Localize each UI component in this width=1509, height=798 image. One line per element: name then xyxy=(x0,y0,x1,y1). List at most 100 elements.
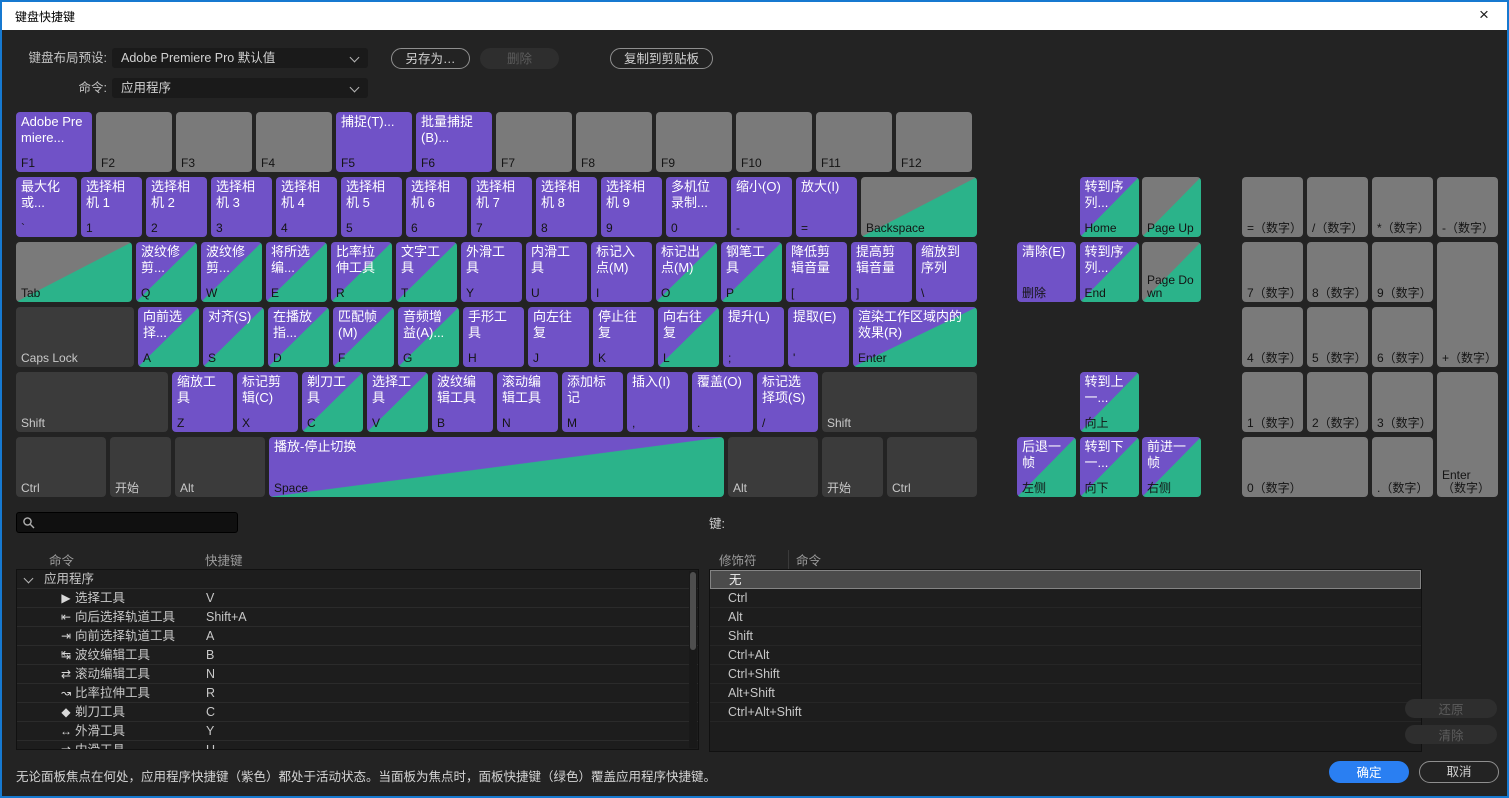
close-icon[interactable]: × xyxy=(1469,2,1499,29)
key-][interactable]: 提高剪辑音量] xyxy=(851,242,912,302)
command-row[interactable]: ↹波纹编辑工具B xyxy=(17,646,698,665)
key-Page Down[interactable]: Page Down xyxy=(1142,242,1201,302)
key-F9[interactable]: F9 xyxy=(656,112,732,172)
key-6[interactable]: 选择相机 66 xyxy=(406,177,467,237)
key-9（数字）[interactable]: 9（数字） xyxy=(1372,242,1433,302)
key-=[interactable]: 放大(I)= xyxy=(796,177,857,237)
modifier-row[interactable]: Shift xyxy=(710,627,1421,646)
ok-button[interactable]: 确定 xyxy=(1329,761,1409,783)
key-E[interactable]: 将所选编...E xyxy=(266,242,327,302)
key-End[interactable]: 转到序列...End xyxy=(1080,242,1139,302)
key-Alt[interactable]: Alt xyxy=(728,437,818,497)
key-D[interactable]: 在播放指...D xyxy=(268,307,329,367)
modifier-row[interactable]: Ctrl+Alt+Shift xyxy=(710,703,1421,722)
key-H[interactable]: 手形工具H xyxy=(463,307,524,367)
key-Enter（数字）[interactable]: Enter（数字） xyxy=(1437,372,1498,497)
key-V[interactable]: 选择工具V xyxy=(367,372,428,432)
key-L[interactable]: 向右往复L xyxy=(658,307,719,367)
key-'[interactable]: 提取(E)' xyxy=(788,307,849,367)
key-S[interactable]: 对齐(S)S xyxy=(203,307,264,367)
key-F6[interactable]: 批量捕捉(B)...F6 xyxy=(416,112,492,172)
modifier-row[interactable]: Ctrl xyxy=(710,589,1421,608)
key-Shift[interactable]: Shift xyxy=(822,372,977,432)
key-B[interactable]: 波纹编辑工具B xyxy=(432,372,493,432)
command-row[interactable]: ▶选择工具V xyxy=(17,589,698,608)
key-6（数字）[interactable]: 6（数字） xyxy=(1372,307,1433,367)
key-/（数字）[interactable]: /（数字） xyxy=(1307,177,1368,237)
key-,[interactable]: 插入(I), xyxy=(627,372,688,432)
key-R[interactable]: 比率拉伸工具R xyxy=(331,242,392,302)
key-5（数字）[interactable]: 5（数字） xyxy=(1307,307,1368,367)
key-1（数字）[interactable]: 1（数字） xyxy=(1242,372,1303,432)
key-*（数字）[interactable]: *（数字） xyxy=(1372,177,1433,237)
command-dropdown[interactable]: 应用程序 xyxy=(112,78,368,98)
key-F5[interactable]: 捕捉(T)...F5 xyxy=(336,112,412,172)
key-3[interactable]: 选择相机 33 xyxy=(211,177,272,237)
modifier-row[interactable]: Alt xyxy=(710,608,1421,627)
scrollbar-thumb[interactable] xyxy=(690,572,696,650)
key-\[interactable]: 缩放到序列\ xyxy=(916,242,977,302)
save-as-button[interactable]: 另存为… xyxy=(391,48,470,69)
command-row[interactable]: ⇥向前选择轨道工具A xyxy=(17,627,698,646)
key-Home[interactable]: 转到序列...Home xyxy=(1080,177,1139,237)
key-Tab[interactable]: Tab xyxy=(16,242,132,302)
key-G[interactable]: 音频增益(A)...G xyxy=(398,307,459,367)
key-3（数字）[interactable]: 3（数字） xyxy=(1372,372,1433,432)
key-Q[interactable]: 波纹修剪...Q xyxy=(136,242,197,302)
key-A[interactable]: 向前选择...A xyxy=(138,307,199,367)
key-`[interactable]: 最大化或...` xyxy=(16,177,77,237)
modifier-row[interactable]: Ctrl+Shift xyxy=(710,665,1421,684)
key-K[interactable]: 停止往复K xyxy=(593,307,654,367)
key-F[interactable]: 匹配帧(M)F xyxy=(333,307,394,367)
key-Space[interactable]: 播放-停止切换Space xyxy=(269,437,724,497)
key-Caps Lock[interactable]: Caps Lock xyxy=(16,307,134,367)
modifier-row[interactable]: Ctrl+Alt xyxy=(710,646,1421,665)
key-F4[interactable]: F4 xyxy=(256,112,332,172)
command-group-row[interactable]: 应用程序 xyxy=(17,570,698,589)
key-F12[interactable]: F12 xyxy=(896,112,972,172)
command-row[interactable]: ◆剃刀工具C xyxy=(17,703,698,722)
key-8[interactable]: 选择相机 88 xyxy=(536,177,597,237)
key-0[interactable]: 多机位录制...0 xyxy=(666,177,727,237)
command-row[interactable]: ⇤向后选择轨道工具Shift+A xyxy=(17,608,698,627)
key-0（数字）[interactable]: 0（数字） xyxy=(1242,437,1368,497)
key-9[interactable]: 选择相机 99 xyxy=(601,177,662,237)
key-I[interactable]: 标记入点(M)I xyxy=(591,242,652,302)
key-J[interactable]: 向左往复J xyxy=(528,307,589,367)
command-row[interactable]: ⇌内滑工具U xyxy=(17,741,698,750)
key-Shift[interactable]: Shift xyxy=(16,372,168,432)
key-7（数字）[interactable]: 7（数字） xyxy=(1242,242,1303,302)
key-F3[interactable]: F3 xyxy=(176,112,252,172)
key-.（数字）[interactable]: .（数字） xyxy=(1372,437,1433,497)
key-2（数字）[interactable]: 2（数字） xyxy=(1307,372,1368,432)
copy-to-clipboard-button[interactable]: 复制到剪贴板 xyxy=(610,48,713,69)
key-O[interactable]: 标记出点(M)O xyxy=(656,242,717,302)
key-W[interactable]: 波纹修剪...W xyxy=(201,242,262,302)
key-=（数字）[interactable]: =（数字） xyxy=(1242,177,1303,237)
commands-scrollbar[interactable] xyxy=(689,571,697,748)
search-input[interactable] xyxy=(41,514,235,533)
key-5[interactable]: 选择相机 55 xyxy=(341,177,402,237)
key-;[interactable]: 提升(L); xyxy=(723,307,784,367)
key-4（数字）[interactable]: 4（数字） xyxy=(1242,307,1303,367)
key-向上[interactable]: 转到上一...向上 xyxy=(1080,372,1139,432)
key-左侧[interactable]: 后退一帧左侧 xyxy=(1017,437,1076,497)
key-开始[interactable]: 开始 xyxy=(110,437,171,497)
key-X[interactable]: 标记剪辑(C)X xyxy=(237,372,298,432)
key-.[interactable]: 覆盖(O). xyxy=(692,372,753,432)
key-F2[interactable]: F2 xyxy=(96,112,172,172)
modifier-row[interactable]: 无 xyxy=(710,570,1421,589)
key-8（数字）[interactable]: 8（数字） xyxy=(1307,242,1368,302)
key-Y[interactable]: 外滑工具Y xyxy=(461,242,522,302)
key-删除[interactable]: 清除(E)删除 xyxy=(1017,242,1076,302)
key-F11[interactable]: F11 xyxy=(816,112,892,172)
key-P[interactable]: 钢笔工具P xyxy=(721,242,782,302)
key-N[interactable]: 滚动编辑工具N xyxy=(497,372,558,432)
key-Ctrl[interactable]: Ctrl xyxy=(16,437,106,497)
key-开始[interactable]: 开始 xyxy=(822,437,883,497)
command-row[interactable]: ↔外滑工具Y xyxy=(17,722,698,741)
command-row[interactable]: ↝比率拉伸工具R xyxy=(17,684,698,703)
key-Enter[interactable]: 渲染工作区域内的效果(R)Enter xyxy=(853,307,977,367)
key-右侧[interactable]: 前进一帧右侧 xyxy=(1142,437,1201,497)
chevron-down-icon[interactable] xyxy=(24,574,34,584)
